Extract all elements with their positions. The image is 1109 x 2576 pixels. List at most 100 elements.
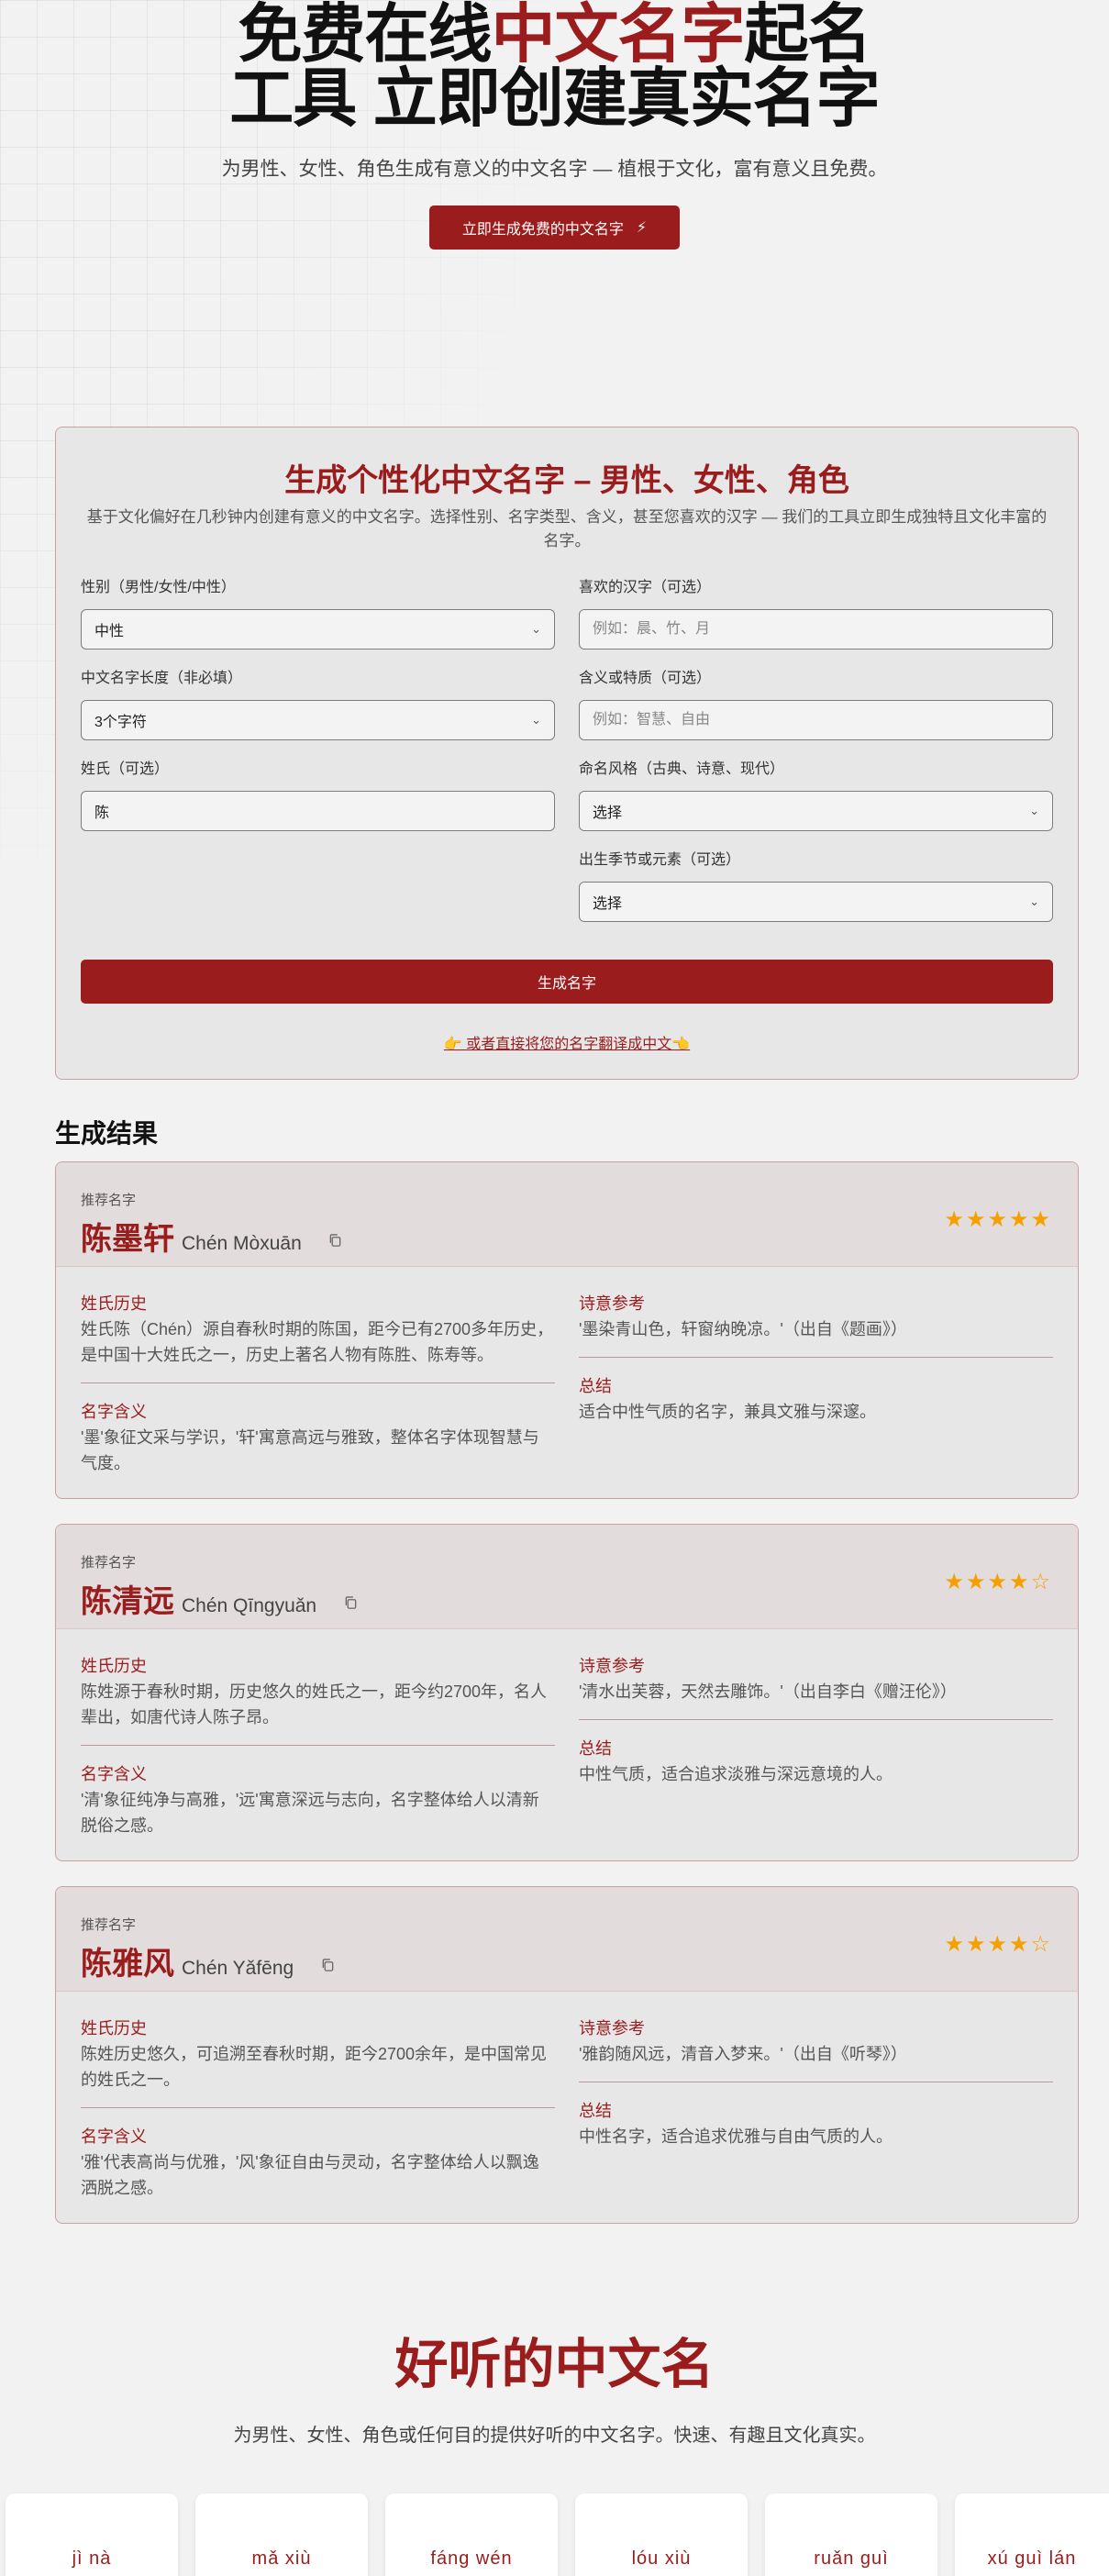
- favorite-char-field: 喜欢的汉字（可选）: [579, 574, 1053, 650]
- gender-field: 性别（男性/女性/中性） 中性 ⌄: [81, 574, 555, 650]
- surname-history-title: 姓氏历史: [81, 1294, 147, 1313]
- rating-stars: ★★★★☆: [944, 1932, 1052, 1957]
- poem-section: 诗意参考 '清水出芙蓉，天然去雕饰。'（出自李白《赠汪伦》）: [579, 1653, 1053, 1704]
- chip-label: fáng wén: [430, 2548, 513, 2569]
- name-pinyin: Chén Mòxuān: [182, 1233, 302, 1254]
- length-select[interactable]: 3个字符 ⌄: [81, 700, 555, 740]
- poem-title: 诗意参考: [579, 1294, 645, 1313]
- chip-label: ruǎn guì: [814, 2548, 889, 2569]
- summary-text: 中性名字，适合追求优雅与自由气质的人。: [579, 2127, 893, 2146]
- length-field: 中文名字长度（非必填） 3个字符 ⌄: [81, 665, 555, 740]
- season-label: 出生季节或元素（可选）: [579, 852, 741, 868]
- recommended-tag: 推荐名字: [81, 1917, 137, 1933]
- result-card: 推荐名字 陈雅风 Chén Yǎfēng ★★★★☆ 姓氏历史 陈姓历史悠久，可追…: [55, 1886, 1079, 2224]
- meaning-section: 名字含义 '清'象征纯净与高雅，'远'寓意深远与志向，名字整体给人以清新脱俗之感…: [81, 1761, 555, 1838]
- divider: [81, 1745, 555, 1746]
- surname-history-section: 姓氏历史 陈姓历史悠久，可追溯至春秋时期，距今2700余年，是中国常见的姓氏之一…: [81, 2015, 555, 2093]
- season-field: 出生季节或元素（可选） 选择 ⌄: [579, 847, 1053, 922]
- hero-subtitle: 为男性、女性、角色生成有意义的中文名字 — 植根于文化，富有意义且免费。: [221, 159, 888, 180]
- nice-names-section: 好听的中文名 为男性、女性、角色或任何目的提供好听的中文名字。快速、有趣且文化真…: [0, 2321, 1109, 2447]
- meaning-section: 名字含义 '雅'代表高尚与优雅，'风'象征自由与灵动，名字整体给人以飘逸洒脱之感…: [81, 2124, 555, 2201]
- result-name: 陈清远 Chén Qīngyuǎn: [81, 1576, 358, 1621]
- summary-section: 总结 中性气质，适合追求淡雅与深远意境的人。: [579, 1736, 1053, 1787]
- surname-history-text: 姓氏陈（Chén）源自春秋时期的陈国，距今已有2700多年历史，是中国十大姓氏之…: [81, 1320, 554, 1364]
- name-chip[interactable]: mǎ xiù: [195, 2493, 368, 2576]
- name-pinyin: Chén Qīngyuǎn: [182, 1595, 317, 1616]
- poem-section: 诗意参考 '雅韵随风远，清音入梦来。'（出自《听琴》）: [579, 2015, 1053, 2067]
- surname-history-title: 姓氏历史: [81, 1657, 147, 1675]
- gender-label: 性别（男性/女性/中性）: [81, 580, 236, 595]
- surname-history-text: 陈姓历史悠久，可追溯至春秋时期，距今2700余年，是中国常见的姓氏之一。: [81, 2045, 548, 2089]
- result-card: 推荐名字 陈墨轩 Chén Mòxuān ★★★★★ 姓氏历史 姓氏陈（Chén）…: [55, 1161, 1079, 1499]
- meaning-field: 含义或特质（可选）: [579, 665, 1053, 740]
- chip-label: xú guì lán: [987, 2548, 1077, 2569]
- favorite-char-label: 喜欢的汉字（可选）: [579, 580, 712, 595]
- poem-text: '雅韵随风远，清音入梦来。'（出自《听琴》）: [579, 2045, 907, 2063]
- name-chip[interactable]: ruǎn guì: [765, 2493, 937, 2576]
- result-header: 推荐名字 陈雅风 Chén Yǎfēng ★★★★☆: [56, 1887, 1078, 1992]
- copy-icon[interactable]: [344, 1595, 358, 1610]
- result-card: 推荐名字 陈清远 Chén Qīngyuǎn ★★★★☆ 姓氏历史 陈姓源于春秋时…: [55, 1524, 1079, 1861]
- hero-title-accent: 中文名字: [491, 0, 746, 70]
- season-select[interactable]: 选择 ⌄: [579, 882, 1053, 922]
- length-label: 中文名字长度（非必填）: [81, 671, 243, 686]
- summary-text: 适合中性气质的名字，兼具文雅与深邃。: [579, 1403, 876, 1421]
- surname-input[interactable]: [81, 791, 555, 831]
- gender-select[interactable]: 中性 ⌄: [81, 609, 555, 650]
- hero-title-part1: 免费在线: [238, 0, 493, 70]
- chip-label: lóu xiù: [631, 2548, 692, 2569]
- length-value: 3个字符: [94, 715, 147, 730]
- recommended-tag: 推荐名字: [81, 1193, 137, 1208]
- poem-text: '清水出芙蓉，天然去雕饰。'（出自李白《赠汪伦》）: [579, 1682, 957, 1701]
- rating-stars: ★★★★★: [944, 1207, 1052, 1232]
- summary-text: 中性气质，适合追求淡雅与深远意境的人。: [579, 1765, 893, 1783]
- generate-name-button[interactable]: 生成名字: [81, 960, 1053, 1004]
- name-chip[interactable]: lóu xiù: [575, 2493, 748, 2576]
- surname-history-section: 姓氏历史 姓氏陈（Chén）源自春秋时期的陈国，距今已有2700多年历史，是中国…: [81, 1291, 555, 1368]
- summary-section: 总结 适合中性气质的名字，兼具文雅与深邃。: [579, 1373, 1053, 1425]
- surname-history-title: 姓氏历史: [81, 2019, 147, 2037]
- hero-title-line2: 工具 立即创建真实名字: [229, 62, 880, 134]
- name-chars: 陈墨轩: [81, 1222, 174, 1257]
- chip-label: mǎ xiù: [251, 2548, 312, 2569]
- name-chip[interactable]: xú guì lán: [955, 2493, 1109, 2576]
- chevron-down-icon: ⌄: [531, 713, 541, 727]
- name-generator-form: 生成个性化中文名字 – 男性、女性、角色 基于文化偏好在几秒钟内创建有意义的中文…: [55, 427, 1079, 1080]
- copy-icon[interactable]: [321, 1958, 335, 1972]
- form-description: 基于文化偏好在几秒钟内创建有意义的中文名字。选择性别、名字类型、含义，甚至您喜欢…: [86, 508, 1048, 550]
- summary-title: 总结: [579, 1377, 612, 1395]
- summary-section: 总结 中性名字，适合追求优雅与自由气质的人。: [579, 2098, 1053, 2149]
- divider: [81, 1382, 555, 1383]
- favorite-char-input[interactable]: [579, 609, 1053, 650]
- rating-stars: ★★★★☆: [944, 1570, 1052, 1594]
- meaning-section: 名字含义 '墨'象征文采与学识，'轩'寓意高远与雅致，整体名字体现智慧与气度。: [81, 1399, 555, 1476]
- result-header: 推荐名字 陈清远 Chén Qīngyuǎn ★★★★☆: [56, 1525, 1078, 1629]
- chevron-down-icon: ⌄: [531, 622, 541, 636]
- season-value: 选择: [593, 896, 623, 912]
- name-chip[interactable]: fáng wén: [385, 2493, 558, 2576]
- hero-title-part2: 起名: [744, 0, 872, 70]
- meaning-input[interactable]: [579, 700, 1053, 740]
- style-label: 命名风格（古典、诗意、现代）: [579, 761, 785, 777]
- cta-label: 立即生成免费的中文名字: [461, 222, 624, 238]
- style-value: 选择: [593, 805, 623, 821]
- poem-title: 诗意参考: [579, 2019, 645, 2037]
- nice-names-subtitle: 为男性、女性、角色或任何目的提供好听的中文名字。快速、有趣且文化真实。: [233, 2426, 876, 2446]
- surname-history-text: 陈姓源于春秋时期，历史悠久的姓氏之一，距今约2700年，名人辈出，如唐代诗人陈子…: [81, 1682, 548, 1727]
- chip-label: jì nà: [72, 2548, 112, 2569]
- chevron-down-icon: ⌄: [1029, 804, 1039, 817]
- copy-icon[interactable]: [328, 1233, 342, 1248]
- surname-history-section: 姓氏历史 陈姓源于春秋时期，历史悠久的姓氏之一，距今约2700年，名人辈出，如唐…: [81, 1653, 555, 1730]
- generate-free-name-button[interactable]: 立即生成免费的中文名字 ⚡︎: [428, 205, 681, 250]
- nice-names-title: 好听的中文名: [394, 2335, 715, 2394]
- result-header: 推荐名字 陈墨轩 Chén Mòxuān ★★★★★: [56, 1162, 1078, 1267]
- style-select[interactable]: 选择 ⌄: [579, 791, 1053, 831]
- meaning-title: 名字含义: [81, 1403, 147, 1421]
- name-chip[interactable]: jì nà: [6, 2493, 178, 2576]
- translate-name-link[interactable]: 👉 或者直接将您的名字翻译成中文👈: [56, 1031, 1078, 1053]
- poem-text: '墨染青山色，轩窗纳晚凉。'（出自《题画》）: [579, 1320, 907, 1338]
- style-field: 命名风格（古典、诗意、现代） 选择 ⌄: [579, 756, 1053, 831]
- chevron-down-icon: ⌄: [1029, 894, 1039, 908]
- name-chars: 陈雅风: [81, 1947, 174, 1982]
- gender-value: 中性: [94, 624, 125, 639]
